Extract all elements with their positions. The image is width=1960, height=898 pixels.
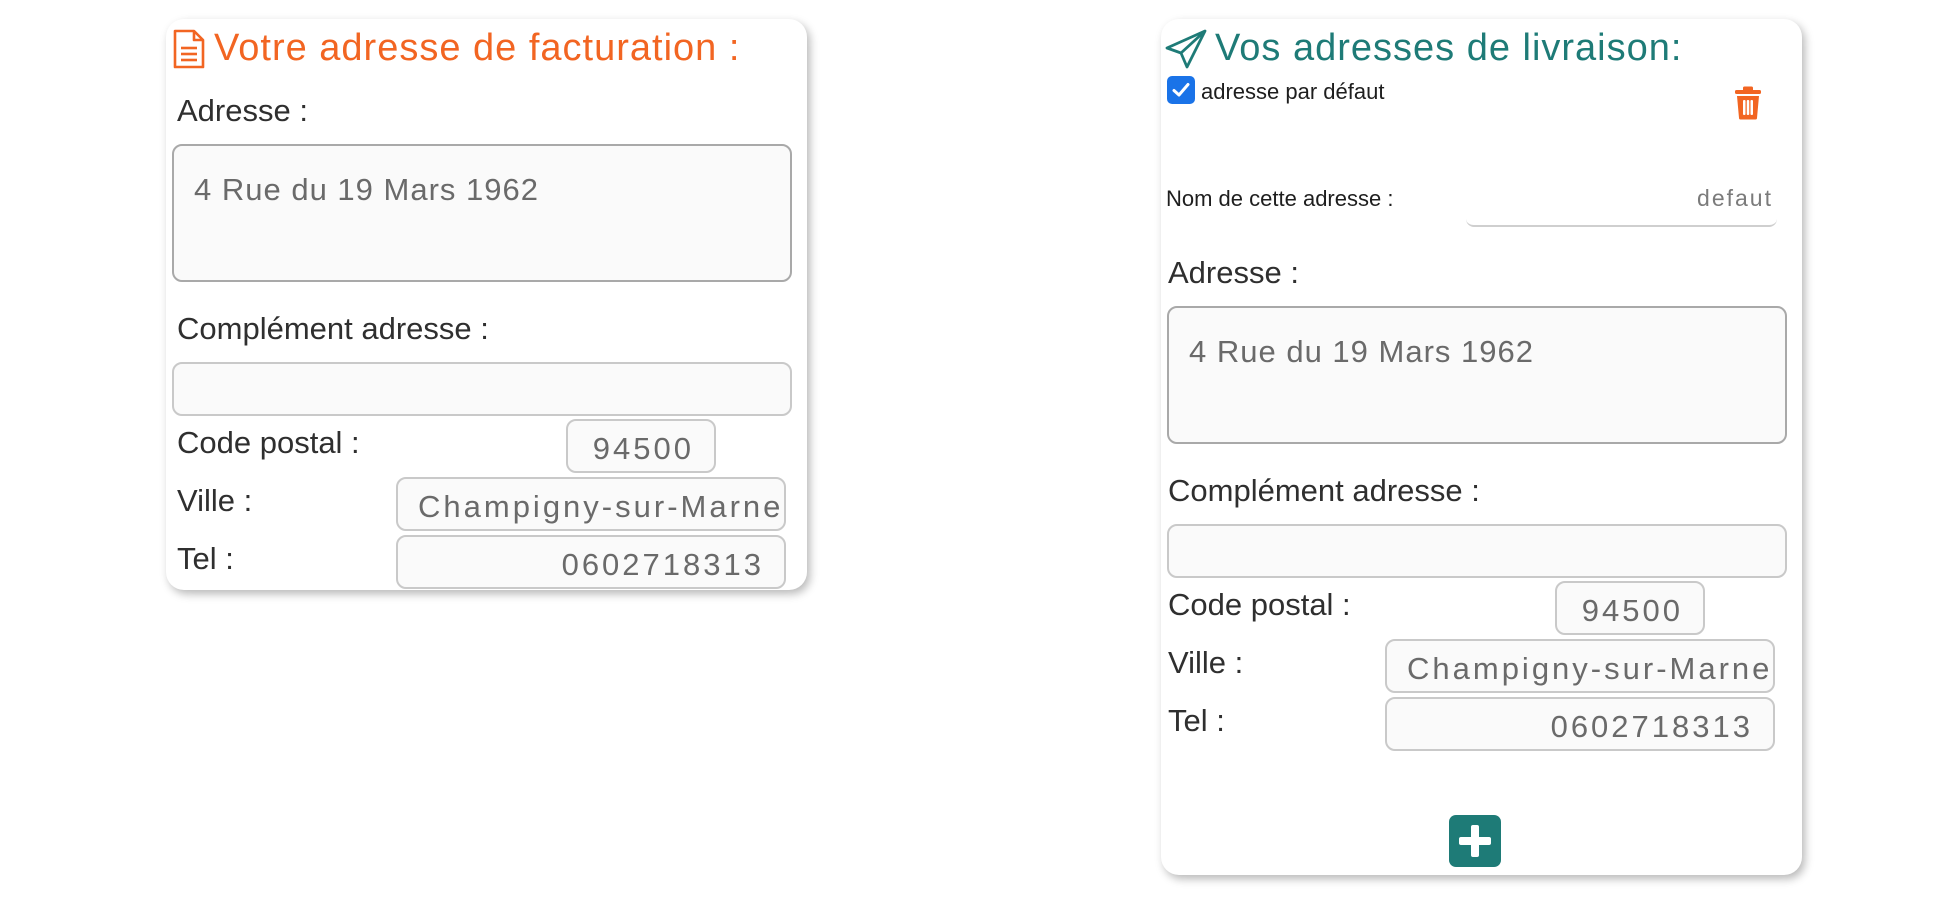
plus-icon <box>1459 825 1491 857</box>
delivery-city-label: Ville : <box>1168 645 1244 680</box>
address-name-label: Nom de cette adresse : <box>1166 186 1394 211</box>
trash-icon <box>1735 86 1761 120</box>
delivery-address-textarea[interactable]: 4 Rue du 19 Mars 1962 <box>1167 306 1787 444</box>
delivery-complement-input[interactable] <box>1167 524 1787 578</box>
billing-address-card: Votre adresse de facturation : Adresse :… <box>166 19 807 590</box>
billing-postal-input[interactable]: 94500 <box>566 419 716 473</box>
billing-complement-input[interactable] <box>172 362 792 416</box>
billing-title: Votre adresse de facturation : <box>172 27 740 70</box>
billing-tel-label: Tel : <box>177 541 234 576</box>
delivery-postal-input[interactable]: 94500 <box>1555 581 1705 635</box>
billing-address-textarea[interactable]: 4 Rue du 19 Mars 1962 <box>172 144 792 282</box>
billing-address-label: Adresse : <box>177 93 308 128</box>
delivery-city-input[interactable]: Champigny-sur-Marne <box>1385 639 1775 693</box>
delivery-address-label: Adresse : <box>1168 255 1299 290</box>
delivery-tel-label: Tel : <box>1168 703 1225 738</box>
add-address-button[interactable] <box>1449 815 1501 867</box>
billing-city-label: Ville : <box>177 483 253 518</box>
delete-address-button[interactable] <box>1733 86 1763 125</box>
billing-tel-input[interactable]: 0602718313 <box>396 535 786 589</box>
default-address-checkbox[interactable] <box>1167 76 1195 104</box>
delivery-address-card: Vos adresses de livraison: adresse par d… <box>1161 19 1802 875</box>
delivery-postal-label: Code postal : <box>1168 587 1351 622</box>
checkmark-icon <box>1172 83 1190 97</box>
default-address-label: adresse par défaut <box>1201 79 1385 104</box>
paper-plane-icon <box>1165 29 1207 69</box>
delivery-complement-label: Complément adresse : <box>1168 473 1480 508</box>
document-icon <box>172 29 206 69</box>
delivery-title: Vos adresses de livraison: <box>1165 27 1682 70</box>
billing-complement-label: Complément adresse : <box>177 311 489 346</box>
delivery-tel-input[interactable]: 0602718313 <box>1385 697 1775 751</box>
address-name-input[interactable]: defaut <box>1466 179 1777 227</box>
billing-title-text: Votre adresse de facturation : <box>214 27 741 69</box>
delivery-title-text: Vos adresses de livraison: <box>1215 27 1683 69</box>
billing-postal-label: Code postal : <box>177 425 360 460</box>
billing-city-input[interactable]: Champigny-sur-Marne <box>396 477 786 531</box>
